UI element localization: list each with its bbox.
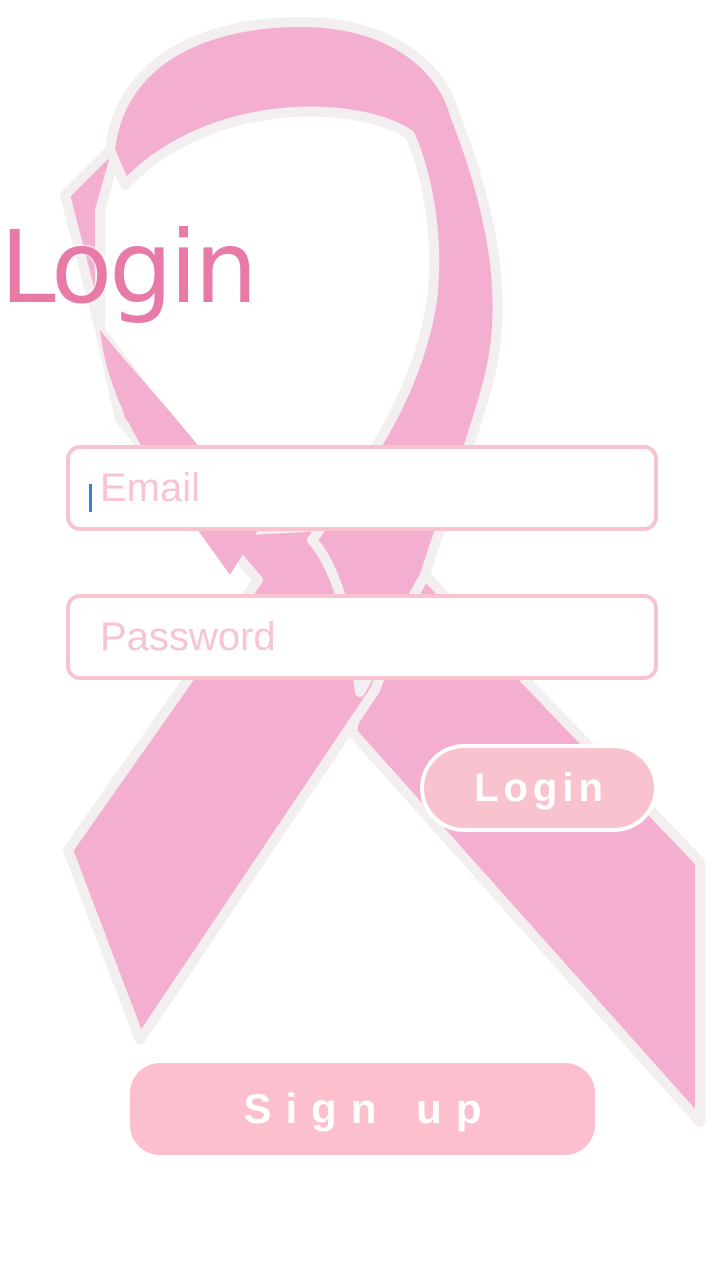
login-button[interactable]: Login xyxy=(420,744,658,832)
email-input[interactable] xyxy=(70,449,654,527)
email-field[interactable] xyxy=(66,445,658,531)
text-caret xyxy=(89,484,92,512)
signup-button-label: Sign up xyxy=(243,1085,496,1132)
password-input[interactable] xyxy=(70,598,654,676)
login-button-label: Login xyxy=(474,765,608,810)
page-title: Login xyxy=(0,209,258,326)
signup-button[interactable]: Sign up xyxy=(130,1063,595,1155)
password-field[interactable] xyxy=(66,594,658,680)
